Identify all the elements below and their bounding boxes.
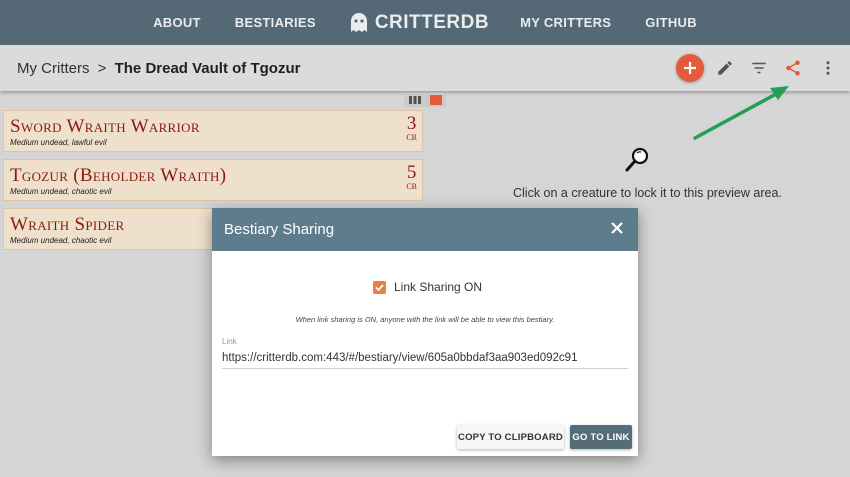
bestiary-sharing-dialog: Bestiary Sharing Link Sharing ON When li… bbox=[212, 208, 638, 456]
go-to-link-button[interactable]: GO TO LINK bbox=[570, 425, 632, 449]
link-sharing-toggle[interactable]: Link Sharing ON bbox=[373, 280, 482, 294]
link-sharing-checkbox[interactable] bbox=[373, 280, 386, 294]
link-field-label: Link bbox=[222, 337, 237, 346]
dialog-header: Bestiary Sharing bbox=[212, 208, 638, 251]
checkmark-icon bbox=[375, 283, 384, 291]
share-link-field[interactable] bbox=[222, 348, 628, 369]
link-sharing-label: Link Sharing ON bbox=[394, 280, 483, 294]
sharing-info-text: When link sharing is ON, anyone with the… bbox=[295, 315, 555, 324]
dialog-title: Bestiary Sharing bbox=[224, 221, 335, 238]
close-icon[interactable] bbox=[610, 221, 624, 235]
copy-to-clipboard-button[interactable]: COPY TO CLIPBOARD bbox=[457, 425, 564, 449]
